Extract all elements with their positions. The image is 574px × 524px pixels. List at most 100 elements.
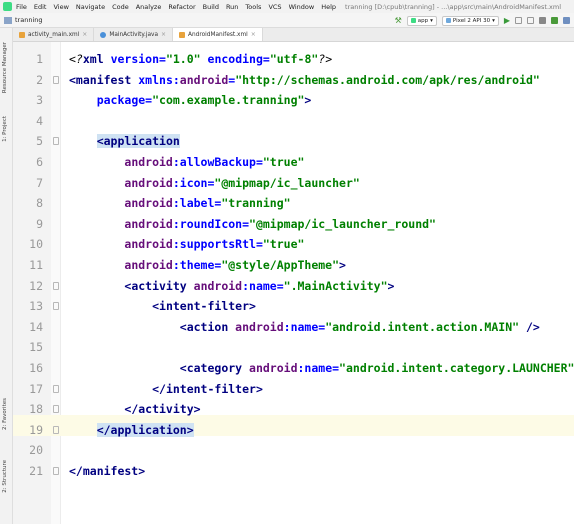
fold-marker-icon[interactable]	[53, 302, 59, 311]
code-token: <intent-filter>	[152, 299, 256, 314]
code-token: :icon=	[172, 175, 215, 190]
code-token: :label=	[172, 196, 222, 211]
line-number: 10	[29, 237, 43, 252]
tab-activity-main[interactable]: activity_main.xml ×	[13, 28, 95, 41]
code-token: "tranning"	[221, 196, 291, 211]
menu-item-help[interactable]: Help	[321, 3, 336, 11]
manifest-icon	[179, 31, 186, 38]
window-title: tranning [D:\cpub\tranning] - ...\app\sr…	[345, 2, 562, 11]
close-icon[interactable]: ×	[82, 31, 87, 38]
code-token: xmlns:	[138, 72, 180, 87]
code-line[interactable]: 9 android:roundIcon="@mipmap/ic_launcher…	[13, 214, 574, 235]
code-token: version=	[110, 52, 166, 66]
code-line[interactable]: 19 </application>	[13, 420, 574, 441]
fold-marker-icon[interactable]	[53, 384, 59, 393]
code-token: android	[179, 72, 229, 87]
debug-icon[interactable]	[527, 17, 534, 24]
apply-changes-icon[interactable]	[515, 17, 522, 24]
line-number: 9	[36, 216, 43, 231]
code-line[interactable]: 7 android:icon="@mipmap/ic_launcher"	[13, 173, 574, 194]
fold-marker-icon[interactable]	[53, 75, 59, 84]
code-line[interactable]: 6 android:allowBackup="true"	[13, 152, 574, 173]
code-line[interactable]: 15	[13, 337, 574, 358]
menu-item-analyze[interactable]: Analyze	[136, 3, 162, 11]
code-token: package=	[96, 93, 153, 108]
code-line[interactable]: 18 </activity>	[13, 399, 574, 420]
device-label: Pixel 2 API 30	[452, 17, 491, 24]
code-line[interactable]: 13 <intent-filter>	[13, 296, 574, 317]
line-number: 21	[29, 463, 43, 478]
favorites-tab[interactable]: 2: Favorites	[2, 398, 8, 430]
fold-marker-icon[interactable]	[53, 405, 59, 414]
code-line[interactable]: 2 <manifest xmlns:android="http://schemas…	[13, 70, 574, 91]
fold-marker-icon[interactable]	[53, 281, 59, 290]
editor-tab-bar: activity_main.xml × MainActivity.java × …	[13, 28, 574, 42]
menu-item-window[interactable]: Window	[289, 3, 315, 11]
code-text: android:theme="@style/AppTheme">	[69, 255, 346, 276]
code-line[interactable]: 17 </intent-filter>	[13, 379, 574, 400]
code-token: "android.intent.action.MAIN"	[325, 319, 520, 334]
menu-item-tools[interactable]: Tools	[245, 3, 261, 11]
code-line[interactable]: 12 <activity android:name=".MainActivity…	[13, 276, 574, 297]
code-token: :name=	[242, 278, 284, 293]
profile-icon[interactable]	[539, 17, 546, 24]
menu-item-code[interactable]: Code	[112, 3, 129, 11]
menu-item-edit[interactable]: Edit	[34, 3, 47, 11]
device-select[interactable]: Pixel 2 API 30 ▾	[441, 15, 499, 26]
close-icon[interactable]: ×	[251, 31, 256, 38]
resource-manager-tab[interactable]: Resource Manager	[2, 42, 8, 93]
code-token: android	[124, 175, 173, 190]
menu-item-file[interactable]: File	[16, 3, 27, 11]
fold-marker-icon[interactable]	[53, 466, 59, 475]
run-config-select[interactable]: app ▾	[406, 15, 437, 26]
code-line[interactable]: 4	[13, 111, 574, 132]
menu-item-run[interactable]: Run	[226, 3, 238, 11]
code-token: :name=	[283, 319, 326, 334]
code-editor[interactable]: 1 <?xml version="1.0" encoding="utf-8"?> 2…	[13, 42, 574, 524]
tab-main-activity[interactable]: MainActivity.java ×	[94, 28, 174, 41]
fold-marker-icon[interactable]	[53, 425, 59, 434]
project-tab[interactable]: 1: Project	[2, 116, 8, 142]
chevron-down-icon: ▾	[430, 17, 433, 24]
sdk-manager-icon[interactable]	[563, 17, 570, 24]
close-icon[interactable]: ×	[161, 31, 166, 38]
code-line[interactable]: 5 <application	[13, 131, 574, 152]
structure-tab[interactable]: 2: Structure	[2, 460, 8, 493]
menu-item-refactor[interactable]: Refactor	[168, 3, 195, 11]
left-tool-strip: Resource Manager 1: Project 2: Favorites…	[0, 28, 13, 524]
code-text: android:supportsRtl="true"	[69, 234, 304, 255]
fold-marker-icon[interactable]	[53, 137, 59, 146]
tab-android-manifest[interactable]: AndroidManifest.xml ×	[173, 28, 263, 41]
menu-item-vcs[interactable]: VCS	[268, 3, 281, 11]
code-text: <?xml version="1.0" encoding="utf-8"?>	[69, 49, 332, 70]
code-text: android:label="tranning"	[69, 193, 291, 214]
code-line[interactable]: 21 </manifest>	[13, 461, 574, 482]
code-token: android	[193, 278, 243, 293]
code-token: android	[235, 319, 284, 334]
code-token: :theme=	[172, 257, 222, 272]
run-icon[interactable]: ▶	[504, 15, 510, 26]
build-hammer-icon[interactable]: ⚒	[395, 15, 402, 26]
code-token: "com.example.tranning"	[152, 93, 305, 108]
code-line[interactable]: 16 <category android:name="android.inten…	[13, 358, 574, 379]
menu-item-build[interactable]: Build	[203, 3, 219, 11]
code-token: <?	[69, 52, 83, 66]
breadcrumb-project[interactable]: tranning	[15, 16, 43, 24]
code-line[interactable]: 3 package="com.example.tranning">	[13, 90, 574, 111]
gradle-sync-icon[interactable]	[551, 17, 558, 24]
code-token: </manifest>	[69, 463, 146, 478]
code-line[interactable]: 8 android:label="tranning"	[13, 193, 574, 214]
code-line[interactable]: 11 android:theme="@style/AppTheme">	[13, 255, 574, 276]
code-token: android	[124, 237, 173, 252]
code-line[interactable]: 20	[13, 440, 574, 461]
java-class-icon	[100, 31, 107, 38]
code-line[interactable]: 14 <action android:name="android.intent.…	[13, 317, 574, 338]
menu-item-navigate[interactable]: Navigate	[76, 3, 105, 11]
code-line[interactable]: 10 android:supportsRtl="true"	[13, 234, 574, 255]
menu-item-view[interactable]: View	[53, 3, 68, 11]
code-line[interactable]: 1 <?xml version="1.0" encoding="utf-8"?>	[13, 49, 574, 70]
